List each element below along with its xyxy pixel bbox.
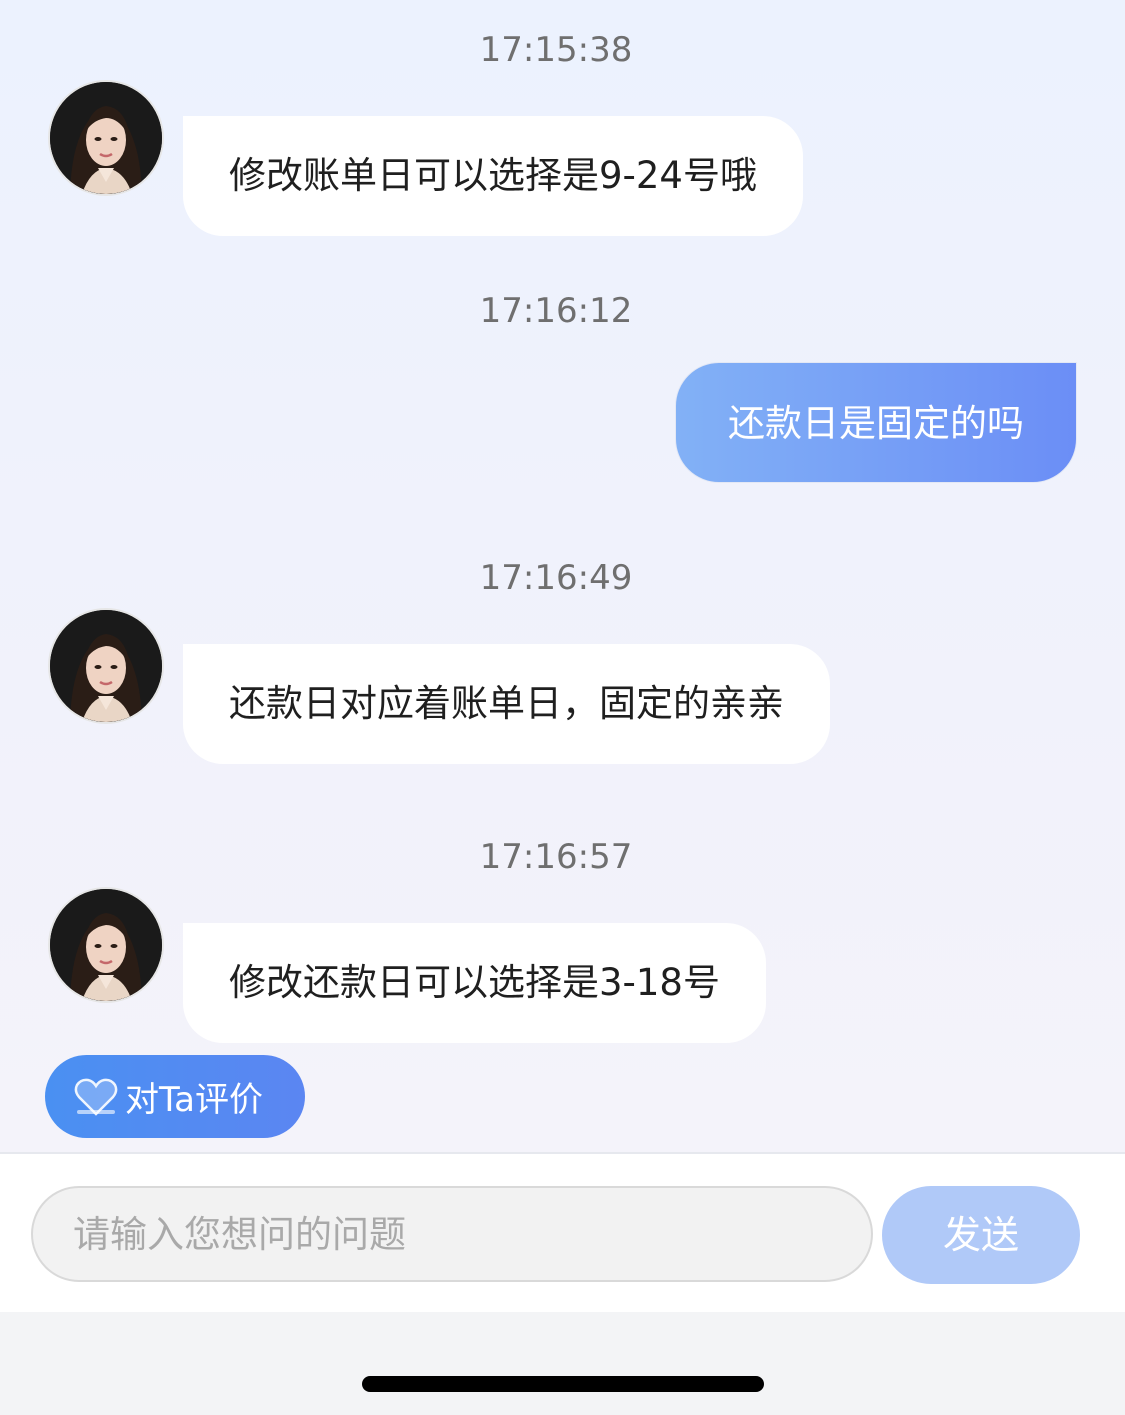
incoming-message-bubble: 还款日对应着账单日，固定的亲亲 [183, 644, 830, 764]
agent-avatar[interactable] [48, 608, 164, 724]
message-timestamp: 17:15:38 [479, 30, 633, 70]
incoming-message-bubble: 修改还款日可以选择是3-18号 [183, 923, 766, 1043]
rate-button-label: 对Ta评价 [125, 1080, 263, 1120]
message-timestamp: 17:16:57 [479, 837, 633, 877]
heart-icon [74, 1078, 118, 1116]
agent-avatar-image [50, 889, 162, 1001]
agent-avatar[interactable] [48, 887, 164, 1003]
send-button[interactable]: 发送 [882, 1186, 1080, 1284]
home-indicator[interactable] [362, 1376, 764, 1392]
incoming-message-bubble: 修改账单日可以选择是9-24号哦 [183, 116, 803, 236]
home-indicator-area [0, 1312, 1125, 1415]
rate-agent-button[interactable]: 对Ta评价 [45, 1055, 305, 1138]
agent-avatar-image [50, 610, 162, 722]
message-timestamp: 17:16:49 [479, 558, 633, 598]
message-input[interactable] [31, 1186, 873, 1282]
agent-avatar-image [50, 82, 162, 194]
message-timestamp: 17:16:12 [479, 291, 633, 331]
input-bar: 发送 [0, 1152, 1125, 1312]
chat-area[interactable]: 17:15:38 修改账单日可以选择是9-24号哦 17:16:12 还款日是固… [0, 0, 1125, 1152]
outgoing-message-bubble: 还款日是固定的吗 [675, 362, 1077, 483]
agent-avatar[interactable] [48, 80, 164, 196]
